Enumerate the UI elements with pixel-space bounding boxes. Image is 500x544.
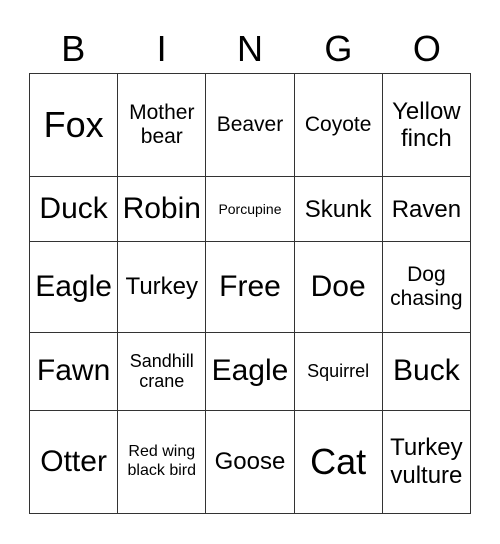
bingo-cell[interactable]: Dog chasing	[381, 241, 472, 333]
header-letter-o: O	[412, 28, 441, 69]
bingo-row: Fox Mother bear Beaver Coyote Yellow fin…	[28, 72, 472, 178]
bingo-cell[interactable]: Squirrel	[293, 331, 383, 411]
bingo-cell[interactable]: Coyote	[293, 72, 383, 178]
header-letter-b: B	[61, 28, 86, 69]
bingo-row: Otter Red wing black bird Goose Cat Turk…	[28, 409, 472, 515]
bingo-cell[interactable]: Mother bear	[117, 72, 207, 178]
bingo-cell[interactable]: Goose	[205, 409, 295, 515]
bingo-header: B I N G O	[29, 26, 471, 72]
header-letter-g: G	[324, 28, 353, 69]
bingo-cell[interactable]: Buck	[381, 331, 472, 411]
bingo-card: Fox Mother bear Beaver Coyote Yellow fin…	[28, 72, 472, 515]
bingo-cell[interactable]: Cat	[293, 409, 383, 515]
bingo-cell[interactable]: Red wing black bird	[117, 409, 207, 515]
bingo-row: Eagle Turkey Free Doe Dog chasing	[28, 241, 472, 333]
bingo-cell[interactable]: Otter	[28, 409, 119, 515]
bingo-cell[interactable]: Skunk	[293, 176, 383, 243]
header-letter-i: I	[156, 28, 167, 69]
bingo-cell[interactable]: Turkey	[117, 241, 207, 333]
bingo-cell[interactable]: Porcupine	[205, 176, 295, 243]
bingo-cell[interactable]: Turkey vulture	[381, 409, 472, 515]
bingo-row: Fawn Sandhill crane Eagle Squirrel Buck	[28, 331, 472, 411]
bingo-cell[interactable]: Robin	[117, 176, 207, 243]
free-space-cell[interactable]: Free	[205, 241, 295, 333]
bingo-cell[interactable]: Sandhill crane	[117, 331, 207, 411]
bingo-cell[interactable]: Doe	[293, 241, 383, 333]
bingo-cell[interactable]: Fawn	[28, 331, 119, 411]
bingo-cell[interactable]: Fox	[28, 72, 119, 178]
bingo-cell[interactable]: Eagle	[205, 331, 295, 411]
header-letter-n: N	[237, 28, 264, 69]
bingo-cell[interactable]: Duck	[28, 176, 119, 243]
bingo-row: Duck Robin Porcupine Skunk Raven	[28, 176, 472, 243]
bingo-cell[interactable]: Yellow finch	[381, 72, 472, 178]
bingo-cell[interactable]: Beaver	[205, 72, 295, 178]
bingo-cell[interactable]: Raven	[381, 176, 472, 243]
bingo-cell[interactable]: Eagle	[28, 241, 119, 333]
